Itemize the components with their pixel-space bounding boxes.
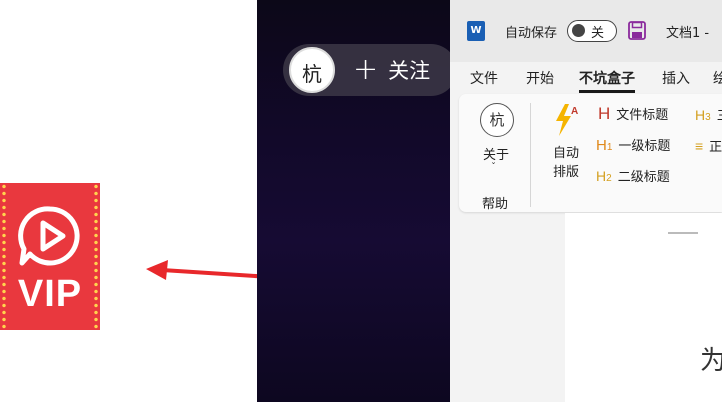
heading-title-label: 文件标题: [616, 108, 669, 123]
auto-layout-line1: 自动: [552, 146, 579, 161]
vip-badge[interactable]: VIP: [0, 183, 100, 330]
heading-2-label: 二级标题: [617, 170, 670, 185]
heading-1-button[interactable]: H1 一级标题: [596, 135, 670, 154]
body-text-button[interactable]: ≡ 正: [695, 136, 722, 155]
play-bubble-icon: [18, 206, 80, 266]
heading-title-button[interactable]: H 文件标题: [598, 104, 668, 124]
save-icon[interactable]: [628, 21, 646, 40]
heading-3-label: 三: [717, 109, 722, 124]
help-group-label: 帮助: [482, 197, 509, 212]
autosave-label: 自动保存: [505, 26, 558, 41]
ribbon-tabs: 文件 开始 不坑盒子 插入 绘: [450, 64, 722, 93]
tab-file[interactable]: 文件: [470, 68, 498, 88]
tab-bukeng-box[interactable]: 不坑盒子: [579, 68, 635, 93]
document-text[interactable]: 为: [700, 340, 722, 377]
about-button[interactable]: 关于: [483, 144, 509, 163]
svg-text:A: A: [571, 106, 578, 117]
h1-icon: H1: [596, 137, 613, 154]
plus-icon: +: [353, 52, 379, 87]
follow-button[interactable]: + 关注: [353, 50, 430, 90]
heading-icon: H: [598, 104, 611, 123]
vip-label: VIP: [17, 273, 83, 315]
tab-home[interactable]: 开始: [526, 68, 554, 88]
about-logo-text: 杭: [489, 111, 505, 129]
toggle-state: 关: [591, 26, 605, 41]
heading-3-button[interactable]: H3 三: [695, 105, 722, 124]
document-page[interactable]: [565, 213, 722, 402]
tab-draw[interactable]: 绘: [713, 68, 722, 88]
tab-insert[interactable]: 插入: [662, 68, 690, 88]
page-header-rule: [668, 232, 698, 234]
about-logo-icon[interactable]: 杭: [480, 103, 514, 137]
heading-1-label: 一级标题: [618, 139, 671, 154]
auto-layout-button[interactable]: 自动 排版: [551, 144, 581, 182]
h3-icon: H3: [695, 107, 711, 123]
avatar-text: 杭: [302, 62, 322, 86]
heading-2-button[interactable]: H2 二级标题: [596, 166, 670, 185]
lightning-icon[interactable]: A: [554, 103, 582, 137]
ribbon-divider: [530, 103, 531, 207]
word-app-icon: W: [467, 21, 485, 41]
chevron-down-icon[interactable]: ˇ: [491, 162, 496, 173]
follow-label: 关注: [388, 59, 431, 83]
autosave-toggle[interactable]: 关: [567, 20, 617, 42]
document-title: 文档1 -: [666, 26, 710, 41]
h2-icon: H2: [596, 168, 612, 184]
avatar[interactable]: 杭: [289, 47, 335, 93]
toggle-knob: [572, 24, 585, 37]
auto-layout-line2: 排版: [552, 165, 579, 180]
word-window: W 自动保存 关 文档1 - 文件 开始 不坑盒子 插入 绘 杭 关于 ˇ 帮助…: [450, 0, 722, 402]
body-text-label: 正: [709, 140, 722, 155]
body-text-icon: ≡: [695, 138, 704, 154]
